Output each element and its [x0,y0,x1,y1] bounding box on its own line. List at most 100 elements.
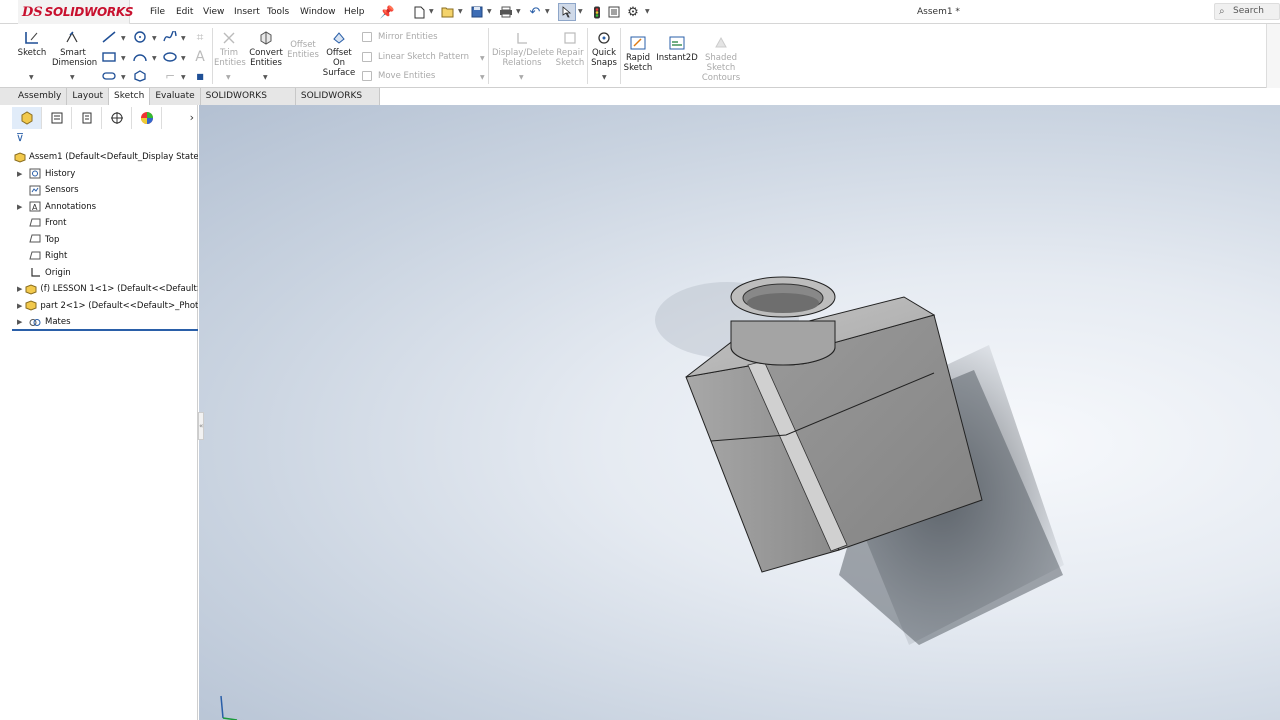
expand-arrow-icon[interactable]: ▶ [17,302,22,310]
print-icon[interactable] [499,5,513,19]
fillet-chevron-icon[interactable]: ▼ [181,74,186,81]
polygon-icon[interactable] [132,69,148,83]
rapid-sketch-button[interactable]: Rapid Sketch [623,35,653,73]
display-delete-chevron-icon[interactable]: ▼ [519,74,524,81]
display-manager-icon[interactable] [132,107,162,129]
edit-appearance-icon[interactable]: ◕ [827,105,841,106]
ribbon-scrollbar[interactable] [1266,24,1280,88]
slot-icon[interactable] [101,69,117,83]
search-box[interactable]: ⌕ Search [1214,3,1280,20]
smart-dimension-button[interactable]: Smart Dimension [52,30,97,68]
offset-on-surface-button[interactable]: Offset On Surface [322,30,356,78]
spline-chevron-icon[interactable]: ▼ [181,35,186,42]
bottle-model[interactable] [199,105,1280,720]
property-manager-icon[interactable] [42,107,72,129]
tab-solidworks-mbd[interactable]: SOLIDWORKS MBD [295,88,380,117]
select-dropdown-chevron-icon[interactable]: ▼ [578,8,583,15]
tab-assembly[interactable]: Assembly [0,88,68,105]
options-gear-icon[interactable]: ⚙ [626,5,640,20]
tree-item-origin[interactable]: Origin [12,265,198,282]
undo-icon[interactable]: ↶ [528,5,542,20]
ellipse-icon[interactable] [162,50,178,64]
tree-item-right-plane[interactable]: Right [12,248,198,265]
dimxpert-manager-icon[interactable] [102,107,132,129]
tree-item-annotations[interactable]: ▶ A Annotations [12,199,198,216]
ellipse-chevron-icon[interactable]: ▼ [181,55,186,62]
hide-show-items-icon[interactable]: ◉ [808,105,822,106]
previous-view-icon[interactable]: ↺ [732,105,746,106]
tree-item-assem1[interactable]: Assem1 (Default<Default_Display State-1 [12,149,198,166]
panel-splitter-handle[interactable]: « [198,412,204,440]
text-icon[interactable]: A [192,49,208,65]
quick-snaps-button[interactable]: Quick Snaps [590,30,618,68]
menu-edit[interactable]: Edit [176,7,193,17]
expand-arrow-icon[interactable]: ▶ [17,318,25,326]
repair-sketch-button[interactable]: Repair Sketch [555,30,585,68]
convert-chevron-icon[interactable]: ▼ [263,74,268,81]
line-icon[interactable] [101,30,117,44]
graphics-area[interactable]: ⌕ ⊕ ↺ ▣ ◈ ◧ ◉ ◕ ◍ ▭ [199,105,1280,720]
instant2d-button[interactable]: Instant2D [656,35,698,63]
tree-item-history[interactable]: ▶ History [12,166,198,183]
rectangle-icon[interactable] [101,50,117,64]
new-dropdown-chevron-icon[interactable]: ▼ [429,8,434,15]
display-style-icon[interactable]: ◧ [789,105,803,106]
trim-entities-button[interactable]: Trim Entities [214,30,246,68]
filter-icon[interactable]: ⊽ [16,131,24,144]
rollback-bar[interactable] [12,329,198,331]
sketch-dropdown-chevron-icon[interactable]: ▼ [29,74,34,81]
expand-arrow-icon[interactable]: ▶ [17,203,25,211]
offset-entities-button[interactable]: Offset Entities [287,40,319,60]
quick-snaps-chevron-icon[interactable]: ▼ [602,74,607,81]
tab-solidworks-add-ins[interactable]: SOLIDWORKS Add-Ins [200,88,296,117]
move-chevron-icon[interactable]: ▼ [480,74,485,81]
sketch-button[interactable]: Sketch [17,30,47,58]
section-view-icon[interactable]: ▣ [751,105,765,106]
mirror-entities-button[interactable]: Mirror Entities [362,32,438,42]
menu-help[interactable]: Help [344,7,365,17]
menu-window[interactable]: Window [300,7,336,17]
view-orientation-icon[interactable]: ◈ [770,105,784,106]
view-settings-icon[interactable]: ▭ [865,105,879,106]
spline-icon[interactable] [162,30,178,44]
solidworks-logo[interactable]: DS SOLIDWORKS [22,2,134,22]
tree-item-part-2[interactable]: ▶ part 2<1> (Default<<Default>_Photo [12,298,198,315]
arc-icon[interactable] [132,50,148,64]
expand-arrow-icon[interactable]: ▶ [17,285,22,293]
undo-dropdown-chevron-icon[interactable]: ▼ [545,8,550,15]
move-entities-button[interactable]: Move Entities [362,71,435,81]
file-properties-icon[interactable] [607,5,621,19]
display-delete-relations-button[interactable]: Display/Delete Relations [492,30,554,68]
apply-scene-icon[interactable]: ◍ [846,105,860,106]
new-document-icon[interactable] [412,5,426,19]
linear-pattern-chevron-icon[interactable]: ▼ [480,55,485,62]
options-dropdown-chevron-icon[interactable]: ▼ [645,8,650,15]
linear-sketch-pattern-button[interactable]: Linear Sketch Pattern [362,52,469,62]
slot-chevron-icon[interactable]: ▼ [121,74,126,81]
rectangle-chevron-icon[interactable]: ▼ [121,55,126,62]
zoom-to-area-icon[interactable]: ⊕ [713,105,727,106]
menu-view[interactable]: View [203,7,224,17]
convert-entities-button[interactable]: Convert Entities [248,30,284,68]
arc-chevron-icon[interactable]: ▼ [152,55,157,62]
smart-dimension-chevron-icon[interactable]: ▼ [70,74,75,81]
circle-icon[interactable] [132,30,148,44]
tree-item-sensors[interactable]: Sensors [12,182,198,199]
feature-manager-tree-icon[interactable] [12,107,42,129]
tab-sketch[interactable]: Sketch [109,88,151,105]
tree-item-top-plane[interactable]: Top [12,232,198,249]
zoom-to-fit-icon[interactable]: ⌕ [694,105,708,106]
traffic-light-icon[interactable] [590,5,604,19]
open-folder-icon[interactable] [441,5,455,19]
open-dropdown-chevron-icon[interactable]: ▼ [458,8,463,15]
sketch-chamfer-icon[interactable]: ⌗ [192,30,208,44]
trim-chevron-icon[interactable]: ▼ [226,74,231,81]
shaded-sketch-contours-button[interactable]: Shaded Sketch Contours [701,35,741,83]
tree-item-front-plane[interactable]: Front [12,215,198,232]
print-dropdown-chevron-icon[interactable]: ▼ [516,8,521,15]
panel-expand-arrow-icon[interactable]: › [190,111,194,124]
line-chevron-icon[interactable]: ▼ [121,35,126,42]
configuration-manager-icon[interactable] [72,107,102,129]
fillet-icon[interactable]: ⌐ [162,69,178,83]
pin-icon[interactable]: 📌 [380,5,395,19]
